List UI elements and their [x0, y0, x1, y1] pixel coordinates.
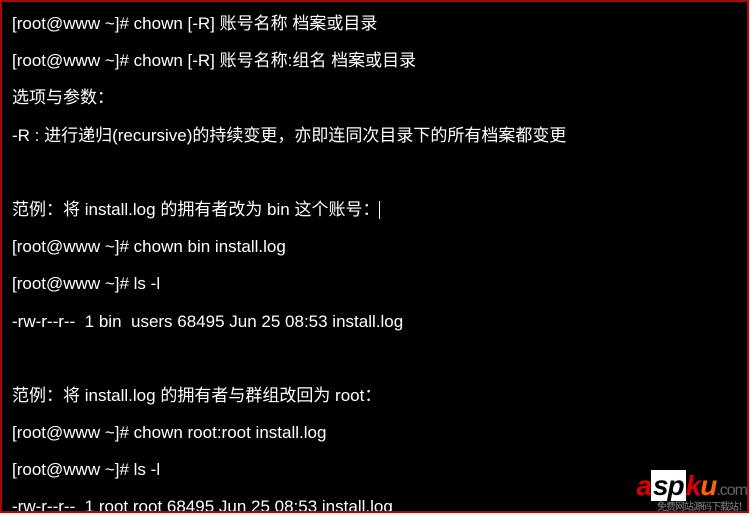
terminal-window: [root@www ~]# chown [-R] 账号名称 档案或目录 [roo…	[0, 0, 749, 513]
terminal-line: 选项与参数：	[12, 84, 737, 111]
terminal-line: [root@www ~]# ls -l	[12, 456, 737, 483]
terminal-line: [root@www ~]# chown root:root install.lo…	[12, 419, 737, 446]
terminal-line: [root@www ~]# chown bin install.log	[12, 233, 737, 260]
terminal-line: [root@www ~]# ls -l	[12, 270, 737, 297]
terminal-line: [root@www ~]# chown [-R] 账号名称:组名 档案或目录	[12, 47, 737, 74]
cursor-icon	[379, 201, 380, 219]
terminal-text: 范例：将 install.log 的拥有者改为 bin 这个账号：	[12, 200, 379, 219]
terminal-line: [root@www ~]# chown [-R] 账号名称 档案或目录	[12, 10, 737, 37]
terminal-blank-line	[12, 345, 737, 372]
terminal-line: -rw-r--r-- 1 bin users 68495 Jun 25 08:5…	[12, 308, 737, 335]
terminal-line: -R : 进行递归(recursive)的持续变更，亦即连同次目录下的所有档案都…	[12, 122, 737, 149]
terminal-line: -rw-r--r-- 1 root root 68495 Jun 25 08:5…	[12, 493, 737, 513]
terminal-line: 范例：将 install.log 的拥有者改为 bin 这个账号：	[12, 196, 737, 223]
terminal-blank-line	[12, 159, 737, 186]
terminal-line: 范例：将 install.log 的拥有者与群组改回为 root：	[12, 382, 737, 409]
